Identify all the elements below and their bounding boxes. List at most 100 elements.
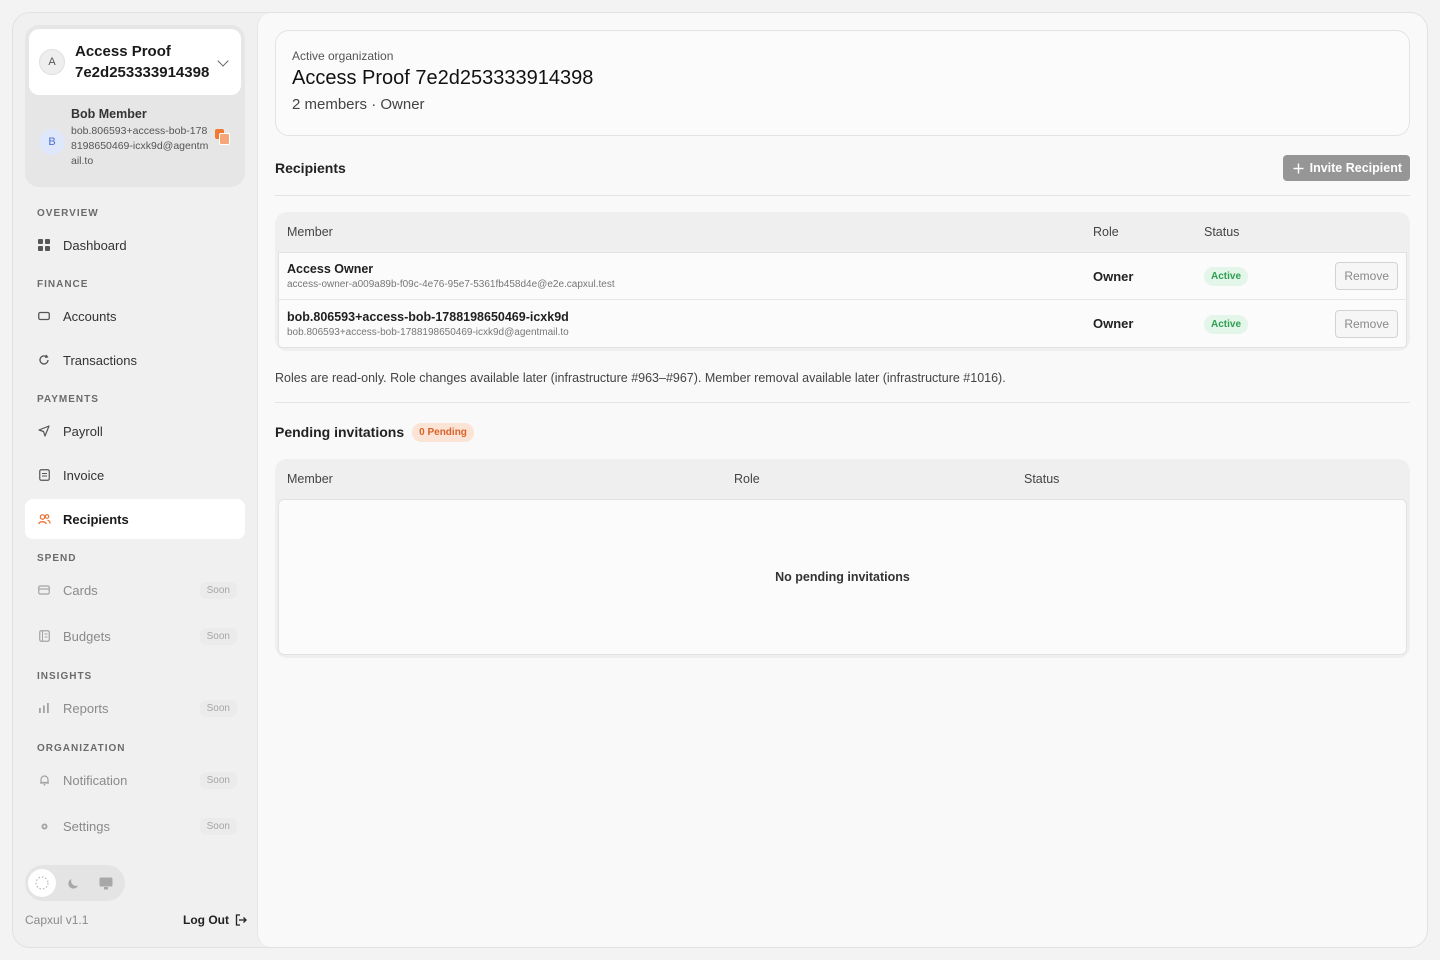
grid-icon [37, 238, 51, 252]
divider [275, 195, 1410, 196]
sidebar-item-label: Reports [63, 700, 109, 716]
sidebar: A Access Proof 7e2d253333914398 B Bob Me… [13, 13, 257, 947]
empty-state: No pending invitations [278, 499, 1407, 655]
document-icon [37, 468, 51, 482]
table-row: bob.806593+access-bob-1788198650469-icxk… [279, 300, 1406, 347]
remove-button[interactable]: Remove [1335, 262, 1398, 290]
org-name: Access Proof 7e2d253333914398 [75, 43, 210, 81]
sidebar-item-cards[interactable]: Cards Soon [25, 570, 245, 610]
current-user: B Bob Member bob.806593+access-bob-17881… [29, 95, 241, 169]
column-member: Member [287, 225, 333, 239]
sidebar-item-budgets[interactable]: Budgets Soon [25, 616, 245, 656]
pending-title: Pending invitations [275, 424, 405, 440]
card-icon [37, 583, 51, 597]
table-row: Access Owner access-owner-a009a89b-f09c-… [279, 253, 1406, 300]
sidebar-item-payroll[interactable]: Payroll [25, 411, 245, 451]
member-email: access-owner-a009a89b-f09c-4e76-95e7-536… [287, 279, 615, 290]
moon-icon[interactable] [60, 869, 88, 897]
soon-badge: Soon [199, 771, 237, 789]
member-name: Access Owner [287, 262, 374, 276]
sidebar-item-label: Accounts [63, 308, 117, 324]
main-content: Active organization Access Proof 7e2d253… [257, 13, 1427, 947]
logout-label: Log Out [183, 913, 229, 927]
wallet-icon [37, 309, 51, 323]
member-role: Owner [1093, 316, 1134, 331]
bell-icon [37, 773, 51, 787]
table-body: Access Owner access-owner-a009a89b-f09c-… [278, 252, 1407, 348]
send-icon [37, 424, 51, 438]
org-header: Active organization Access Proof 7e2d253… [275, 30, 1410, 136]
ledger-icon [37, 629, 51, 643]
section-label-organization: ORGANIZATION [37, 743, 126, 754]
sidebar-item-dashboard[interactable]: Dashboard [25, 225, 245, 265]
sidebar-item-invoice[interactable]: Invoice [25, 455, 245, 495]
column-status: Status [1204, 225, 1240, 239]
sidebar-item-label: Recipients [63, 511, 129, 527]
member-role: Owner [1093, 268, 1134, 284]
pending-header: Pending invitations 0 Pending [275, 419, 1410, 445]
soon-badge: Soon [199, 581, 237, 599]
pending-count-badge: 0 Pending [412, 422, 474, 442]
page-title: Access Proof 7e2d253333914398 [292, 67, 594, 89]
sidebar-item-notification[interactable]: Notification Soon [25, 760, 245, 800]
section-label-finance: FINANCE [37, 279, 89, 290]
roles-note: Roles are read-only. Role changes availa… [275, 371, 1006, 385]
soon-badge: Soon [199, 817, 237, 835]
soon-badge: Soon [199, 627, 237, 645]
header-label: Active organization [292, 49, 394, 63]
invite-recipient-label: Invite Recipient [1309, 161, 1402, 175]
user-email: bob.806593+access-bob-1788198650469-icxk… [71, 125, 209, 167]
sidebar-item-reports[interactable]: Reports Soon [25, 688, 245, 728]
sidebar-item-transactions[interactable]: Transactions [25, 340, 245, 380]
sidebar-item-label: Settings [63, 818, 110, 834]
column-member: Member [287, 472, 333, 486]
soon-badge: Soon [199, 699, 237, 717]
sidebar-item-label: Invoice [63, 467, 105, 483]
copy-icon[interactable] [215, 129, 230, 145]
monitor-icon[interactable] [92, 869, 120, 897]
column-role: Role [734, 472, 760, 486]
recipients-title: Recipients [275, 160, 346, 176]
users-icon [37, 512, 51, 526]
table-header: Member Role Status [278, 459, 1407, 499]
table-header: Member Role Status [278, 212, 1407, 252]
logout-icon [235, 914, 247, 926]
gear-icon [37, 819, 51, 833]
recipients-table: Member Role Status Access Owner access-o… [275, 212, 1410, 351]
user-name: Bob Member [71, 107, 147, 121]
pending-invitations-table: Member Role Status No pending invitation… [275, 459, 1410, 658]
sidebar-item-label: Transactions [63, 352, 137, 368]
sidebar-item-label: Cards [63, 582, 98, 598]
invite-recipient-button[interactable]: Invite Recipient [1282, 155, 1410, 181]
sidebar-item-accounts[interactable]: Accounts [25, 296, 245, 336]
sidebar-item-label: Budgets [63, 628, 111, 644]
sidebar-item-label: Payroll [63, 423, 103, 439]
org-avatar: A [39, 49, 65, 75]
status-badge: Active [1204, 267, 1249, 286]
app-window: A Access Proof 7e2d253333914398 B Bob Me… [12, 12, 1428, 948]
theme-toggle [25, 865, 125, 901]
app-version: Capxul v1.1 [25, 913, 89, 927]
org-switcher[interactable]: A Access Proof 7e2d253333914398 [29, 29, 241, 95]
user-avatar: B [39, 129, 65, 155]
bar-chart-icon [37, 701, 51, 715]
sidebar-footer: Capxul v1.1 Log Out [25, 913, 247, 927]
sidebar-item-recipients[interactable]: Recipients [25, 499, 245, 539]
sidebar-item-label: Dashboard [63, 237, 127, 253]
sidebar-item-settings[interactable]: Settings Soon [25, 806, 245, 846]
column-role: Role [1093, 225, 1119, 239]
recipients-header: Recipients Invite Recipient [275, 153, 1410, 183]
section-label-payments: PAYMENTS [37, 394, 99, 405]
refresh-icon [37, 353, 51, 367]
column-status: Status [1024, 472, 1060, 486]
org-user-card: A Access Proof 7e2d253333914398 B Bob Me… [25, 25, 245, 187]
plus-icon [1293, 163, 1304, 173]
status-badge: Active [1204, 314, 1249, 334]
section-label-spend: SPEND [37, 553, 77, 564]
member-email: bob.806593+access-bob-1788198650469-icxk… [287, 326, 569, 338]
remove-button[interactable]: Remove [1335, 309, 1398, 338]
sun-icon[interactable] [28, 869, 56, 897]
sidebar-item-label: Notification [63, 772, 128, 788]
header-subtitle: 2 members · Owner [292, 96, 425, 113]
logout-button[interactable]: Log Out [183, 913, 247, 927]
